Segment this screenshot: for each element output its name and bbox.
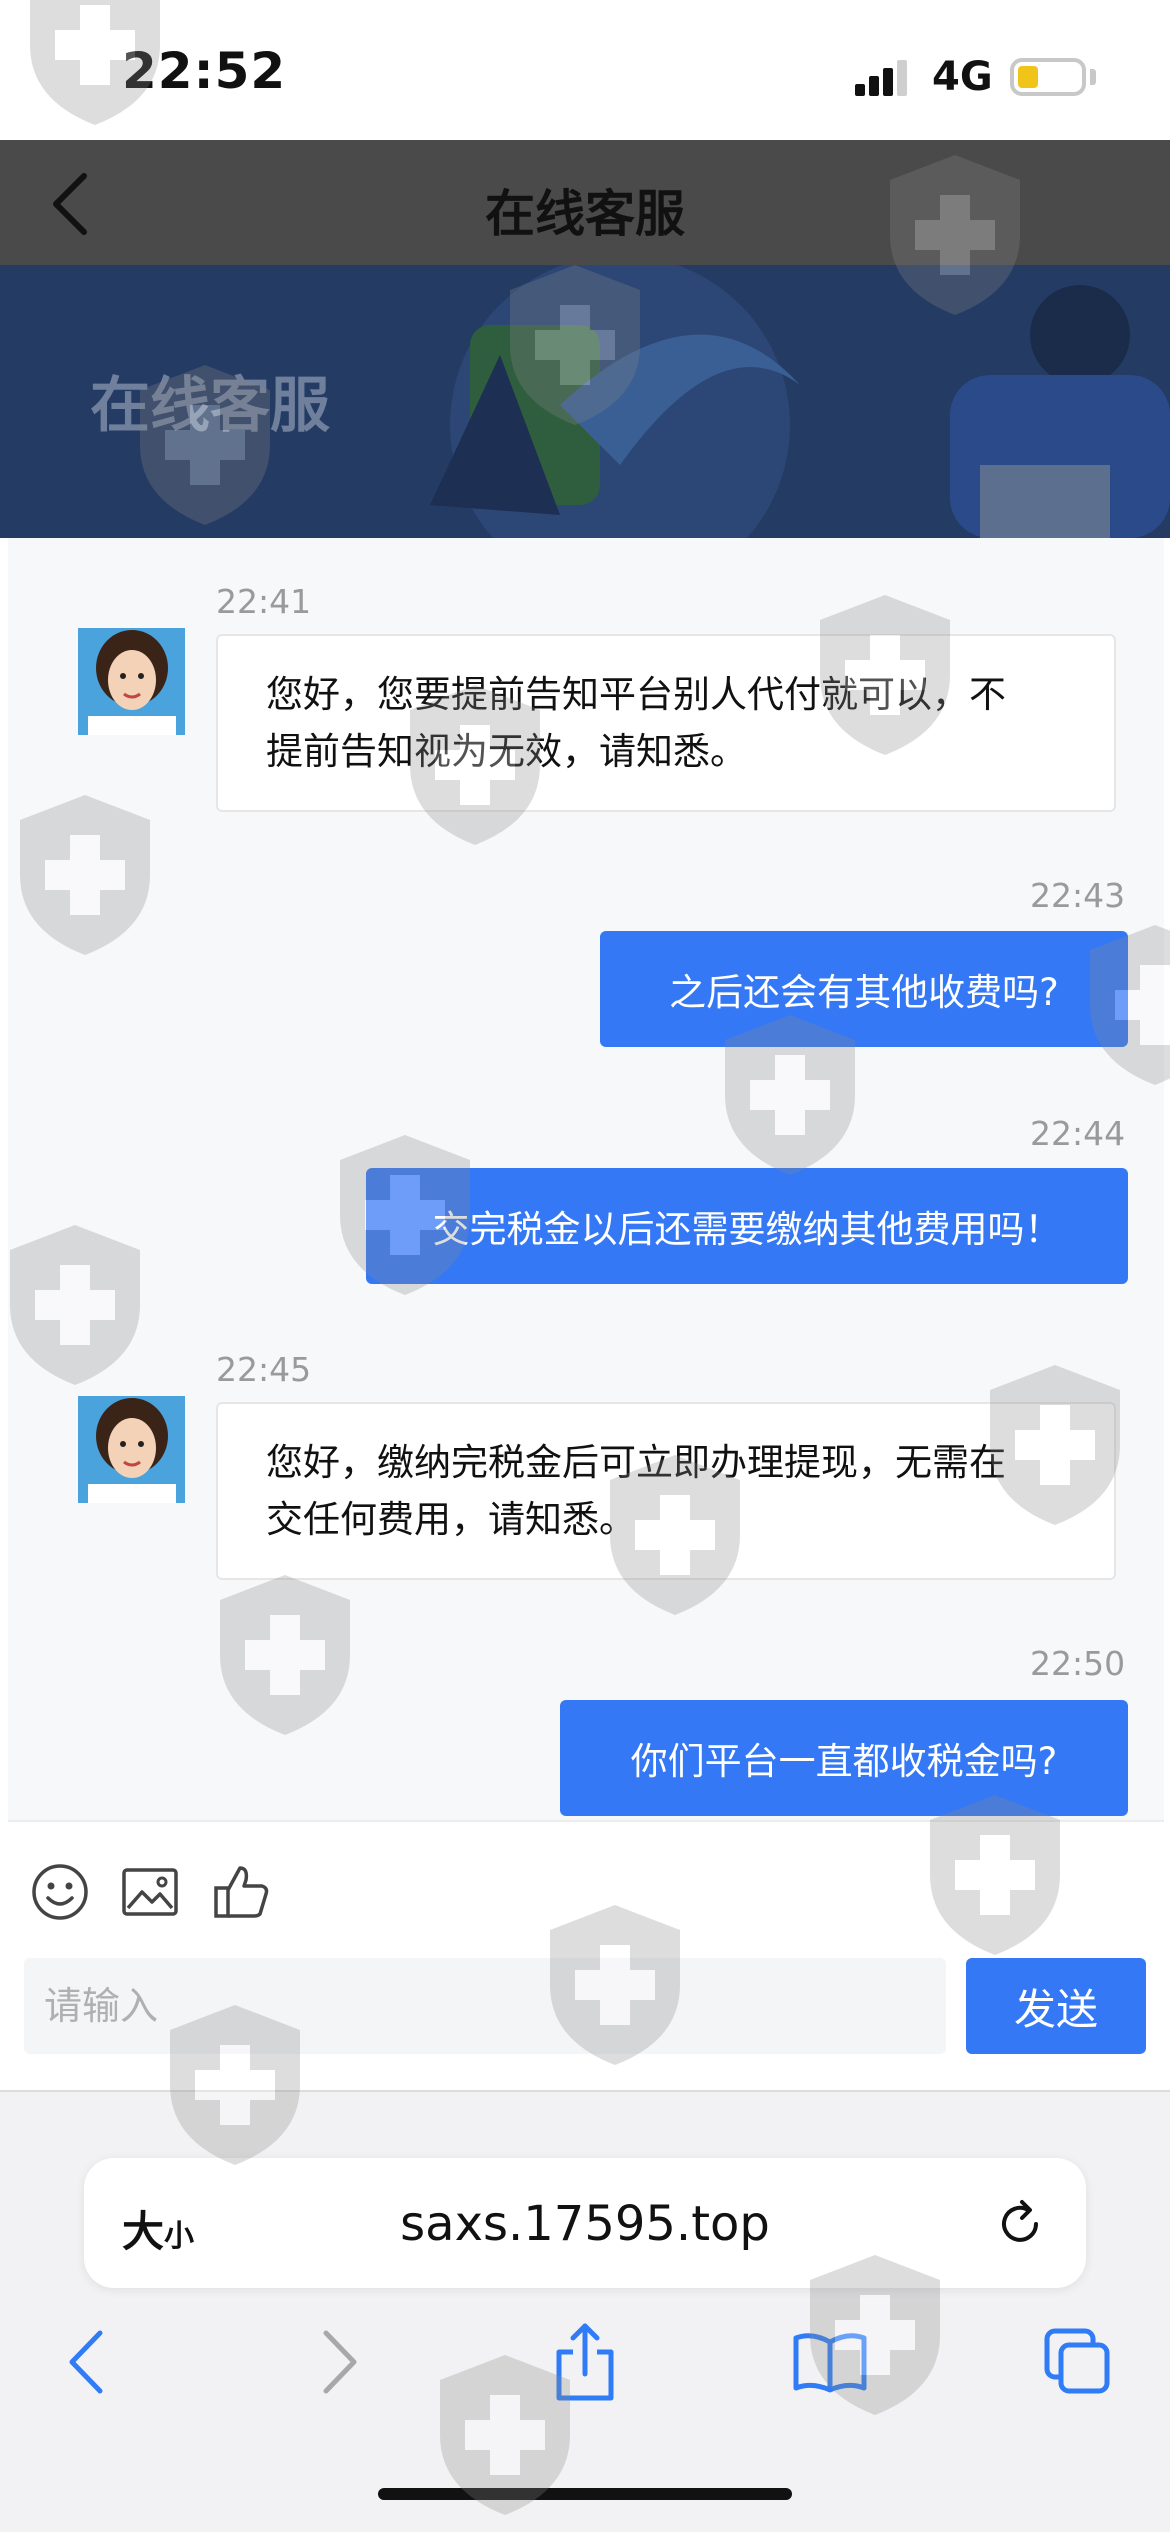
share-icon (556, 2323, 614, 2401)
chat-input-area: 发送 (8, 1820, 1164, 2090)
battery-icon (1010, 58, 1086, 96)
thumbs-up-icon[interactable] (212, 1862, 272, 1922)
user-message-bubble: 交完税金以后还需要缴纳其他费用吗！ (366, 1168, 1128, 1284)
url-text: saxs.17595.top (400, 2196, 770, 2252)
book-icon (793, 2333, 867, 2393)
chevron-right-icon (323, 2330, 357, 2394)
status-bar: 22:52 4G (0, 0, 1170, 140)
message-input[interactable] (24, 1958, 946, 2054)
agent-avatar (78, 628, 185, 735)
chat-header: 在线客服 (0, 140, 1170, 265)
signal-icon (855, 60, 907, 96)
message-line: 交任何费用，请知悉。 (266, 1498, 636, 1541)
share-button[interactable] (545, 2322, 625, 2402)
agent-message-bubble: 您好，缴纳完税金后可立即办理提现，无需在 交任何费用，请知悉。 (216, 1402, 1116, 1580)
message-time: 22:50 (1030, 1644, 1126, 1683)
agent-avatar (78, 1396, 185, 1503)
chevron-left-icon (69, 2330, 103, 2394)
browser-toolbar: 大小 saxs.17595.top (0, 2090, 1170, 2532)
battery-tip (1090, 69, 1096, 85)
tabs-button[interactable] (1038, 2322, 1118, 2402)
screen: 22:52 4G 在线客服 在线客服 22:41 您好，您要提前告知平台别人代付… (0, 0, 1170, 2532)
browser-back-button[interactable] (46, 2322, 126, 2402)
message-line: 您好，缴纳完税金后可立即办理提现，无需在 (266, 1441, 1006, 1484)
send-button[interactable]: 发送 (966, 1958, 1146, 2054)
banner-title: 在线客服 (90, 371, 330, 441)
banner: 在线客服 (0, 265, 1170, 538)
emoji-icon[interactable] (30, 1862, 90, 1922)
tabs-icon (1044, 2328, 1110, 2394)
chat-messages[interactable]: 22:41 您好，您要提前告知平台别人代付就可以，不 提前告知视为无效，请知悉。… (8, 538, 1164, 1820)
message-line: 您好，您要提前告知平台别人代付就可以，不 (266, 673, 1006, 716)
reload-icon[interactable] (992, 2196, 1048, 2252)
home-indicator (378, 2488, 792, 2500)
network-type: 4G (932, 54, 993, 100)
user-message-bubble: 之后还会有其他收费吗? (600, 931, 1128, 1047)
message-time: 22:43 (1030, 876, 1126, 915)
browser-forward-button[interactable] (300, 2322, 380, 2402)
bookmarks-button[interactable] (790, 2322, 870, 2402)
message-time: 22:45 (216, 1350, 312, 1389)
user-message-bubble: 你们平台一直都收税金吗? (560, 1700, 1128, 1816)
image-icon[interactable] (120, 1862, 180, 1922)
agent-message-bubble: 您好，您要提前告知平台别人代付就可以，不 提前告知视为无效，请知悉。 (216, 634, 1116, 812)
status-time: 22:52 (122, 42, 287, 100)
address-bar[interactable]: 大小 saxs.17595.top (84, 2158, 1086, 2288)
message-line: 提前告知视为无效，请知悉。 (266, 730, 747, 773)
message-time: 22:44 (1030, 1114, 1126, 1153)
message-time: 22:41 (216, 582, 312, 621)
page-title: 在线客服 (485, 185, 685, 243)
